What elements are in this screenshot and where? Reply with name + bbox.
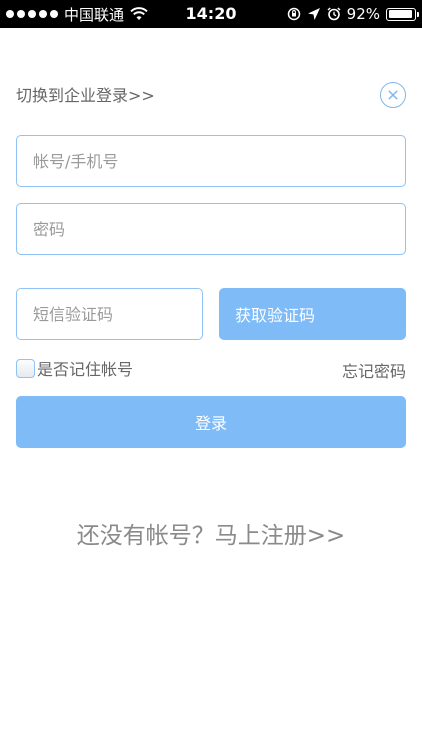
get-verification-code-button[interactable]: 获取验证码	[219, 288, 406, 340]
close-circle-icon	[388, 90, 398, 100]
account-input[interactable]	[16, 135, 406, 187]
remember-account-row[interactable]: 是否记住帐号	[16, 356, 133, 380]
battery-fill	[388, 10, 412, 18]
location-arrow-icon	[307, 8, 320, 20]
close-button[interactable]	[380, 82, 406, 108]
status-bar: 中国联通 14:20 92%	[0, 0, 422, 28]
orientation-lock-icon	[287, 7, 300, 21]
password-input[interactable]	[16, 203, 406, 255]
remember-account-checkbox[interactable]	[16, 358, 35, 378]
login-button[interactable]: 登录	[16, 396, 406, 448]
alarm-icon	[327, 7, 341, 21]
status-right: 92%	[287, 0, 419, 28]
battery-icon	[386, 7, 419, 21]
register-link[interactable]: 还没有帐号？马上注册>>	[0, 516, 422, 550]
battery-percent: 92%	[346, 5, 380, 23]
sms-code-input[interactable]	[16, 288, 203, 340]
forgot-password-link[interactable]: 忘记密码	[342, 358, 406, 382]
login-screen: 中国联通 14:20 92% 切换到企业登录>> 帐号/手机号 短信验证码 获取…	[0, 0, 422, 750]
switch-enterprise-login-link[interactable]: 切换到企业登录>>	[16, 82, 155, 106]
remember-account-label[interactable]: 是否记住帐号	[37, 356, 133, 380]
